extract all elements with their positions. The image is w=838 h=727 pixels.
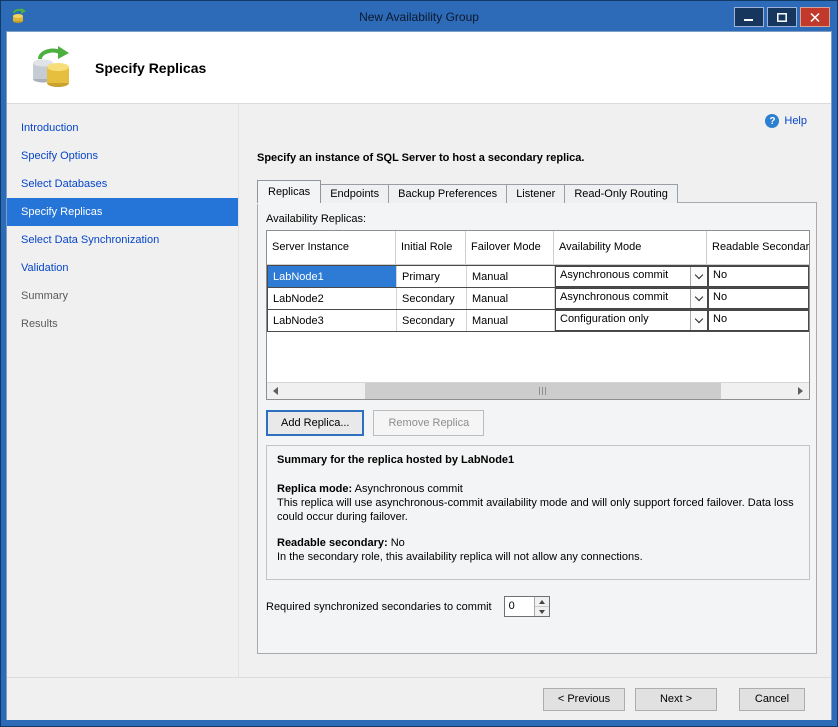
- availability-mode-select[interactable]: Configuration only: [555, 310, 708, 331]
- cell-server-instance[interactable]: LabNode3: [268, 310, 397, 331]
- availability-mode-select[interactable]: Asynchronous commit: [555, 288, 708, 309]
- replicas-tab-page: Availability Replicas: Server Instance I…: [257, 202, 817, 654]
- grid-header: Server Instance Initial Role Failover Mo…: [267, 231, 809, 265]
- column-initial-role: Initial Role: [396, 231, 466, 264]
- chevron-down-icon[interactable]: [690, 289, 707, 308]
- summary-title: Summary for the replica hosted by LabNod…: [277, 454, 799, 466]
- tab-backup-preferences[interactable]: Backup Preferences: [388, 184, 507, 203]
- help-link[interactable]: ? Help: [765, 114, 807, 128]
- readable-secondary-select[interactable]: No: [708, 266, 808, 287]
- close-button[interactable]: [800, 7, 830, 27]
- help-label: Help: [784, 115, 807, 127]
- tab-replicas[interactable]: Replicas: [257, 180, 321, 203]
- wizard-steps: Introduction Specify Options Select Data…: [7, 104, 239, 677]
- instruction-text: Specify an instance of SQL Server to hos…: [257, 152, 813, 164]
- cell-readable-secondary: No: [708, 310, 808, 331]
- tab-strip: Replicas Endpoints Backup Preferences Li…: [257, 180, 813, 203]
- quorum-row: Required synchronized secondaries to com…: [266, 596, 808, 617]
- tab-read-only-routing[interactable]: Read-Only Routing: [564, 184, 678, 203]
- cell-availability-mode: Asynchronous commit: [555, 266, 708, 287]
- column-server-instance: Server Instance: [267, 231, 396, 264]
- replica-row-labnode2[interactable]: LabNode2 Secondary Manual Asynchronous c…: [267, 287, 809, 310]
- cell-initial-role: Primary: [397, 266, 467, 287]
- column-availability-mode: Availability Mode: [554, 231, 707, 264]
- scrollbar-thumb[interactable]: [365, 383, 721, 399]
- chevron-down-icon[interactable]: [690, 267, 707, 286]
- cell-failover-mode: Manual: [467, 288, 555, 309]
- remove-replica-button: Remove Replica: [373, 410, 484, 436]
- sidebar-item-introduction[interactable]: Introduction: [7, 114, 238, 142]
- scroll-right-button[interactable]: [792, 383, 809, 399]
- availability-mode-select[interactable]: Asynchronous commit: [555, 266, 708, 287]
- readable-secondary-line: Readable secondary: No: [277, 536, 799, 550]
- replica-summary-box: Summary for the replica hosted by LabNod…: [266, 445, 810, 580]
- replicas-grid[interactable]: Server Instance Initial Role Failover Mo…: [266, 230, 810, 400]
- window-title: New Availability Group: [6, 10, 832, 24]
- tab-endpoints[interactable]: Endpoints: [320, 184, 389, 203]
- spinner-buttons: [534, 597, 549, 616]
- maximize-button[interactable]: [767, 7, 797, 27]
- sidebar-item-select-data-synchronization[interactable]: Select Data Synchronization: [7, 226, 238, 254]
- main-content: ? Help Specify an instance of SQL Server…: [239, 104, 831, 677]
- sidebar-item-validation[interactable]: Validation: [7, 254, 238, 282]
- previous-button[interactable]: < Previous: [543, 688, 625, 711]
- chevron-down-icon[interactable]: [690, 311, 707, 330]
- cell-initial-role: Secondary: [397, 310, 467, 331]
- readable-secondary-select[interactable]: No: [708, 310, 808, 331]
- replica-row-labnode1[interactable]: LabNode1 Primary Manual Asynchronous com…: [267, 265, 809, 288]
- cell-server-instance[interactable]: LabNode2: [268, 288, 397, 309]
- sidebar-item-specify-replicas[interactable]: Specify Replicas: [7, 198, 238, 226]
- availability-group-app-icon: [10, 8, 28, 26]
- quorum-value[interactable]: 0: [505, 597, 534, 616]
- caption-buttons: [734, 7, 830, 27]
- cell-initial-role: Secondary: [397, 288, 467, 309]
- quorum-label: Required synchronized secondaries to com…: [266, 601, 492, 613]
- cell-readable-secondary: No: [708, 266, 808, 287]
- cell-readable-secondary: No: [708, 288, 808, 309]
- add-replica-button[interactable]: Add Replica...: [266, 410, 364, 436]
- scrollbar-track[interactable]: [284, 383, 792, 399]
- sidebar-item-results: Results: [7, 310, 238, 338]
- replica-mode-line: Replica mode: Asynchronous commit: [277, 482, 799, 496]
- spin-up-button[interactable]: [535, 597, 549, 607]
- column-failover-mode: Failover Mode: [466, 231, 554, 264]
- next-button[interactable]: Next >: [635, 688, 717, 711]
- wizard-body: Introduction Specify Options Select Data…: [7, 104, 831, 677]
- cell-availability-mode: Asynchronous commit: [555, 288, 708, 309]
- column-readable-secondary: Readable Secondary: [707, 231, 809, 264]
- help-icon: ?: [765, 114, 779, 128]
- replica-row-labnode3[interactable]: LabNode3 Secondary Manual Configuration …: [267, 309, 809, 332]
- sidebar-item-specify-options[interactable]: Specify Options: [7, 142, 238, 170]
- cancel-button[interactable]: Cancel: [739, 688, 805, 711]
- readable-secondary-select[interactable]: No: [708, 288, 808, 309]
- quorum-stepper[interactable]: 0: [504, 596, 550, 617]
- replica-mode-description: This replica will use asynchronous-commi…: [277, 496, 799, 524]
- readable-secondary-description: In the secondary role, this availability…: [277, 550, 799, 564]
- horizontal-scrollbar[interactable]: [267, 382, 809, 399]
- scroll-left-button[interactable]: [267, 383, 284, 399]
- spin-down-button[interactable]: [535, 607, 549, 616]
- minimize-button[interactable]: [734, 7, 764, 27]
- cell-failover-mode: Manual: [467, 310, 555, 331]
- grid-buttons: Add Replica... Remove Replica: [266, 410, 808, 436]
- titlebar[interactable]: New Availability Group: [6, 1, 832, 31]
- page-title: Specify Replicas: [95, 60, 206, 76]
- tab-listener[interactable]: Listener: [506, 184, 565, 203]
- specify-replicas-icon: [29, 45, 75, 91]
- wizard-footer: < Previous Next > Cancel: [7, 677, 831, 720]
- sidebar-item-select-databases[interactable]: Select Databases: [7, 170, 238, 198]
- cell-failover-mode: Manual: [467, 266, 555, 287]
- wizard-window: New Availability Group: [0, 0, 838, 727]
- cell-server-instance[interactable]: LabNode1: [268, 266, 397, 287]
- cell-availability-mode: Configuration only: [555, 310, 708, 331]
- client-area: Specify Replicas Introduction Specify Op…: [6, 31, 832, 720]
- availability-replicas-label: Availability Replicas:: [266, 213, 808, 225]
- wizard-header: Specify Replicas: [7, 32, 831, 104]
- sidebar-item-summary: Summary: [7, 282, 238, 310]
